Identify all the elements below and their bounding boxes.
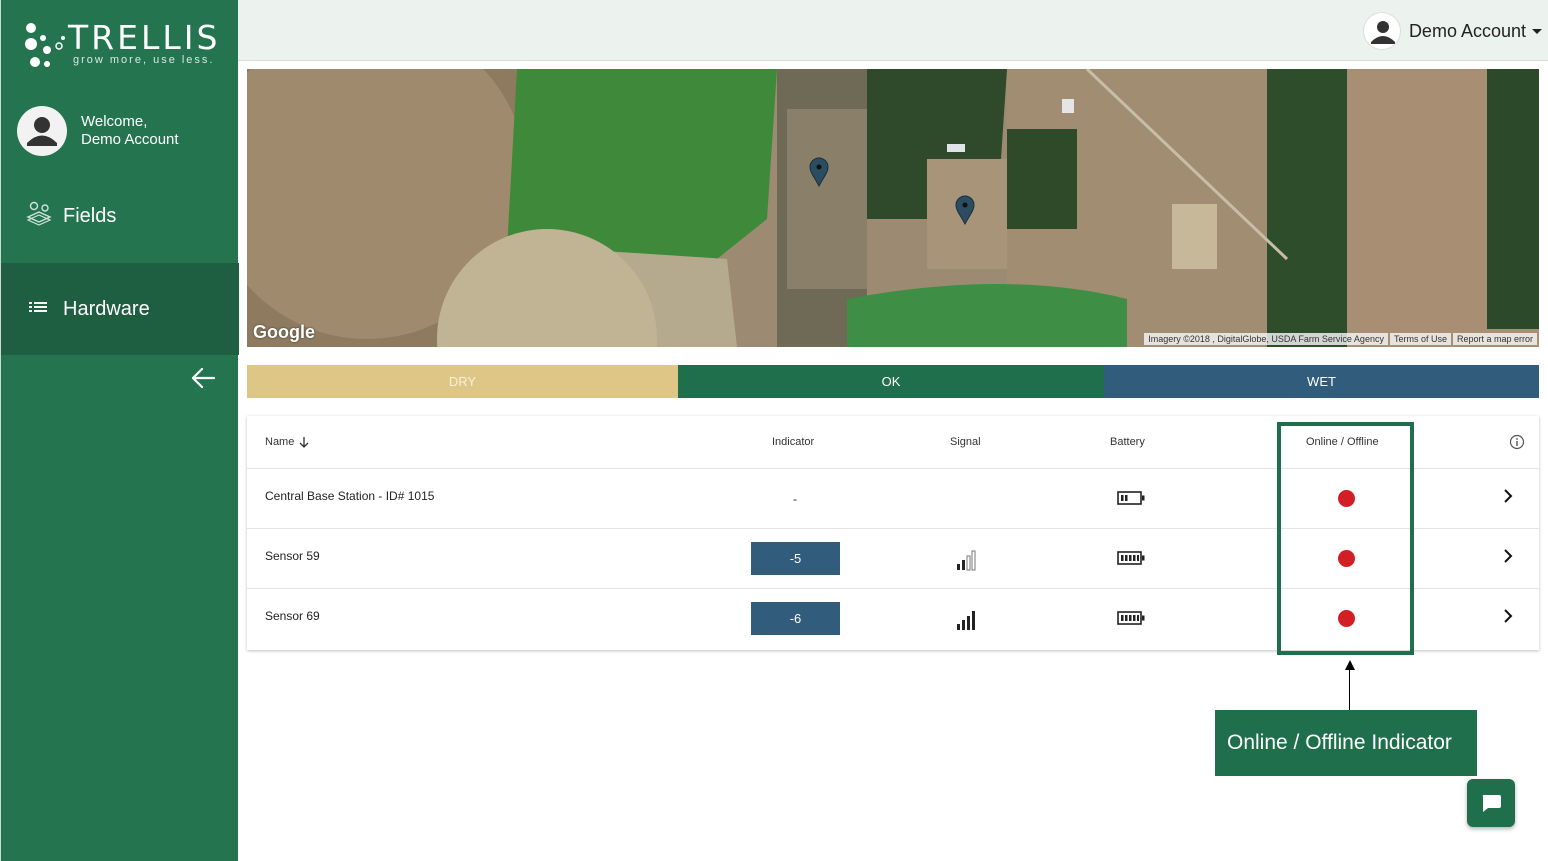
battery-column-header: Battery <box>1110 436 1145 448</box>
list-icon <box>29 298 49 321</box>
battery-low-icon <box>1117 491 1145 505</box>
legend-ok: OK <box>678 365 1104 398</box>
sort-arrow-down-icon <box>299 437 309 448</box>
chat-button[interactable] <box>1467 779 1515 827</box>
battery-full-icon <box>1117 611 1145 625</box>
chat-bubble-icon <box>1482 795 1501 812</box>
trellis-dots-icon <box>25 23 65 67</box>
account-avatar <box>1362 12 1401 50</box>
terms-of-use-link[interactable]: Terms of Use <box>1389 333 1451 345</box>
name-column-header[interactable]: Name <box>265 436 310 448</box>
indicator-value: - <box>793 492 797 506</box>
google-logo: Google <box>253 322 315 342</box>
welcome-text: Welcome, Demo Account <box>81 113 179 149</box>
indicator-badge: -6 <box>751 602 840 635</box>
chevron-right-icon[interactable] <box>1501 488 1515 504</box>
top-header: Demo Account <box>238 0 1548 61</box>
brand-name: TRELLIS <box>68 18 221 57</box>
sidebar-item-fields[interactable]: Fields <box>1 170 239 262</box>
account-name: Demo Account <box>1408 20 1526 41</box>
callout-arrow-line <box>1349 668 1350 711</box>
callout-arrow-head <box>1345 660 1355 670</box>
map-marker-icon[interactable] <box>809 157 829 187</box>
report-map-error-link[interactable]: Report a map error <box>1452 333 1537 345</box>
signal-strength-icon <box>957 611 975 630</box>
sidebar-item-hardware[interactable]: Hardware <box>1 263 239 355</box>
chevron-right-icon[interactable] <box>1501 548 1515 564</box>
sidebar: TRELLIS grow more, use less. Welcome, De… <box>0 0 239 861</box>
account-menu[interactable]: Demo Account <box>1362 12 1542 50</box>
welcome-username: Demo Account <box>81 131 179 148</box>
name-column-label: Name <box>265 436 295 448</box>
status-column-highlight <box>1277 422 1414 655</box>
welcome-block: Welcome, Demo Account <box>17 106 179 156</box>
legend-wet: WET <box>1104 365 1539 398</box>
legend-dry: DRY <box>247 365 678 398</box>
sidebar-item-label: Fields <box>63 204 117 227</box>
user-avatar <box>17 106 67 156</box>
map-marker-icon[interactable] <box>955 195 975 225</box>
indicator-badge: -5 <box>751 542 840 575</box>
moisture-legend: DRY OK WET <box>247 365 1539 398</box>
brand-tagline: grow more, use less. <box>73 54 215 66</box>
battery-full-icon <box>1117 551 1145 565</box>
user-icon <box>1370 21 1395 44</box>
satellite-imagery <box>247 69 1539 347</box>
signal-strength-icon <box>957 550 976 571</box>
trellis-logo[interactable]: TRELLIS grow more, use less. <box>23 18 223 74</box>
signal-column-header: Signal <box>950 436 981 448</box>
collapse-sidebar-button[interactable] <box>189 364 217 392</box>
device-name: Central Base Station - ID# 1015 <box>265 489 435 503</box>
chevron-right-icon[interactable] <box>1501 608 1515 624</box>
satellite-map[interactable]: Google Imagery ©2018 , DigitalGlobe, USD… <box>247 69 1539 347</box>
user-icon <box>27 117 57 146</box>
map-attribution: Imagery ©2018 , DigitalGlobe, USDA Farm … <box>1142 333 1537 345</box>
device-name: Sensor 59 <box>265 549 320 563</box>
arrow-left-icon <box>191 367 216 389</box>
welcome-greeting: Welcome, <box>81 113 148 130</box>
device-name: Sensor 69 <box>265 609 320 623</box>
chevron-down-icon <box>1532 28 1542 34</box>
indicator-column-header: Indicator <box>772 436 815 448</box>
fields-map-icon <box>25 199 53 233</box>
sidebar-item-label: Hardware <box>63 297 150 320</box>
imagery-credit: Imagery ©2018 , DigitalGlobe, USDA Farm … <box>1144 333 1388 345</box>
info-icon[interactable] <box>1509 434 1525 450</box>
online-offline-callout: Online / Offline Indicator <box>1215 710 1477 776</box>
